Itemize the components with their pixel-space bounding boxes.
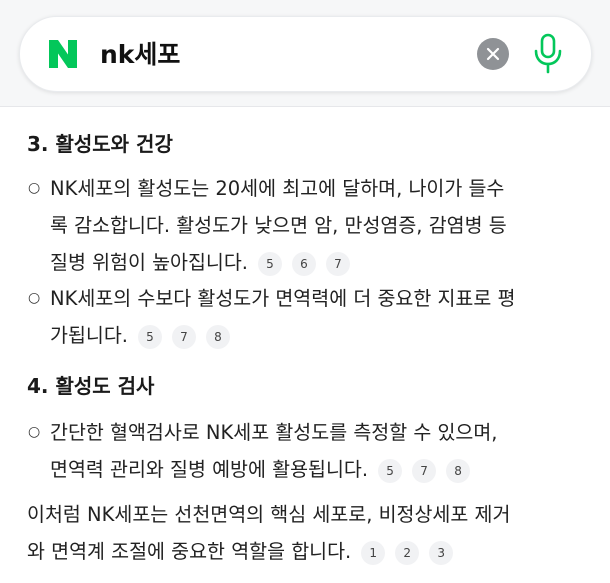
citation-badge[interactable]: 5 — [378, 458, 403, 483]
list-item-text: 간단한 혈액검사로 NK세포 활성도를 측정할 수 있으며, — [50, 421, 498, 444]
citation-badge[interactable]: 8 — [205, 324, 230, 349]
list-item-text: NK세포의 수보다 활성도가 면역력에 더 중요한 지표로 평 — [50, 287, 516, 310]
list-item-text: 질병 위험이 높아집니다. 5 6 7 — [50, 244, 595, 281]
search-header: nk세포 — [0, 0, 610, 107]
citation-badge[interactable]: 5 — [258, 251, 282, 276]
citation-badge[interactable]: 2 — [395, 540, 420, 565]
citation-badge[interactable]: 1 — [361, 540, 386, 565]
bullet-icon: ○ — [28, 424, 41, 440]
bullet-icon: ○ — [28, 290, 41, 306]
summary-text: 이처럼 NK세포는 선천면역의 핵심 세포로, 비정상세포 제거 — [27, 503, 511, 526]
list-item-text: 면역력 관리와 질병 예방에 활용됩니다. 5 7 8 — [50, 451, 595, 488]
naver-logo-icon — [49, 40, 77, 68]
voice-search-icon[interactable] — [531, 33, 565, 75]
search-box[interactable]: nk세포 — [19, 16, 592, 92]
list-item: 간단한 혈액검사로 NK세포 활성도를 측정할 수 있으며, 면역력 관리와 질… — [50, 414, 595, 488]
citation-badge[interactable]: 7 — [326, 251, 350, 276]
summary-text: 와 면역계 조절에 중요한 역할을 합니다. 1 2 3 — [27, 533, 592, 570]
list-item-text: NK세포의 활성도는 20세에 최고에 달하며, 나이가 들수 — [50, 177, 505, 200]
bullet-icon: ○ — [28, 180, 41, 196]
citation-badge[interactable]: 7 — [412, 458, 437, 483]
citation-badge[interactable]: 8 — [446, 458, 471, 483]
section-heading: 4. 활성도 검사 — [27, 374, 155, 398]
close-icon — [486, 47, 500, 61]
list-item: NK세포의 활성도는 20세에 최고에 달하며, 나이가 들수 록 감소합니다.… — [50, 170, 595, 281]
list-item: NK세포의 수보다 활성도가 면역력에 더 중요한 지표로 평 가됩니다. 5 7 8 — [50, 280, 595, 354]
clear-search-button[interactable] — [477, 38, 509, 70]
search-input[interactable]: nk세포 — [100, 35, 180, 75]
citation-badge[interactable]: 7 — [171, 324, 196, 349]
citation-badge[interactable]: 3 — [429, 540, 454, 565]
list-item-text: 가됩니다. 5 7 8 — [50, 317, 595, 354]
list-item-text: 록 감소합니다. 활성도가 낮으면 암, 만성염증, 감염병 등 — [50, 214, 507, 237]
citation-badge[interactable]: 5 — [137, 324, 162, 349]
answer-content: 3. 활성도와 건강 ○ NK세포의 활성도는 20세에 최고에 달하며, 나이… — [0, 106, 610, 583]
citation-badge[interactable]: 6 — [292, 251, 316, 276]
summary-paragraph: 이처럼 NK세포는 선천면역의 핵심 세포로, 비정상세포 제거 와 면역계 조… — [27, 496, 592, 570]
section-heading: 3. 활성도와 건강 — [27, 132, 173, 156]
